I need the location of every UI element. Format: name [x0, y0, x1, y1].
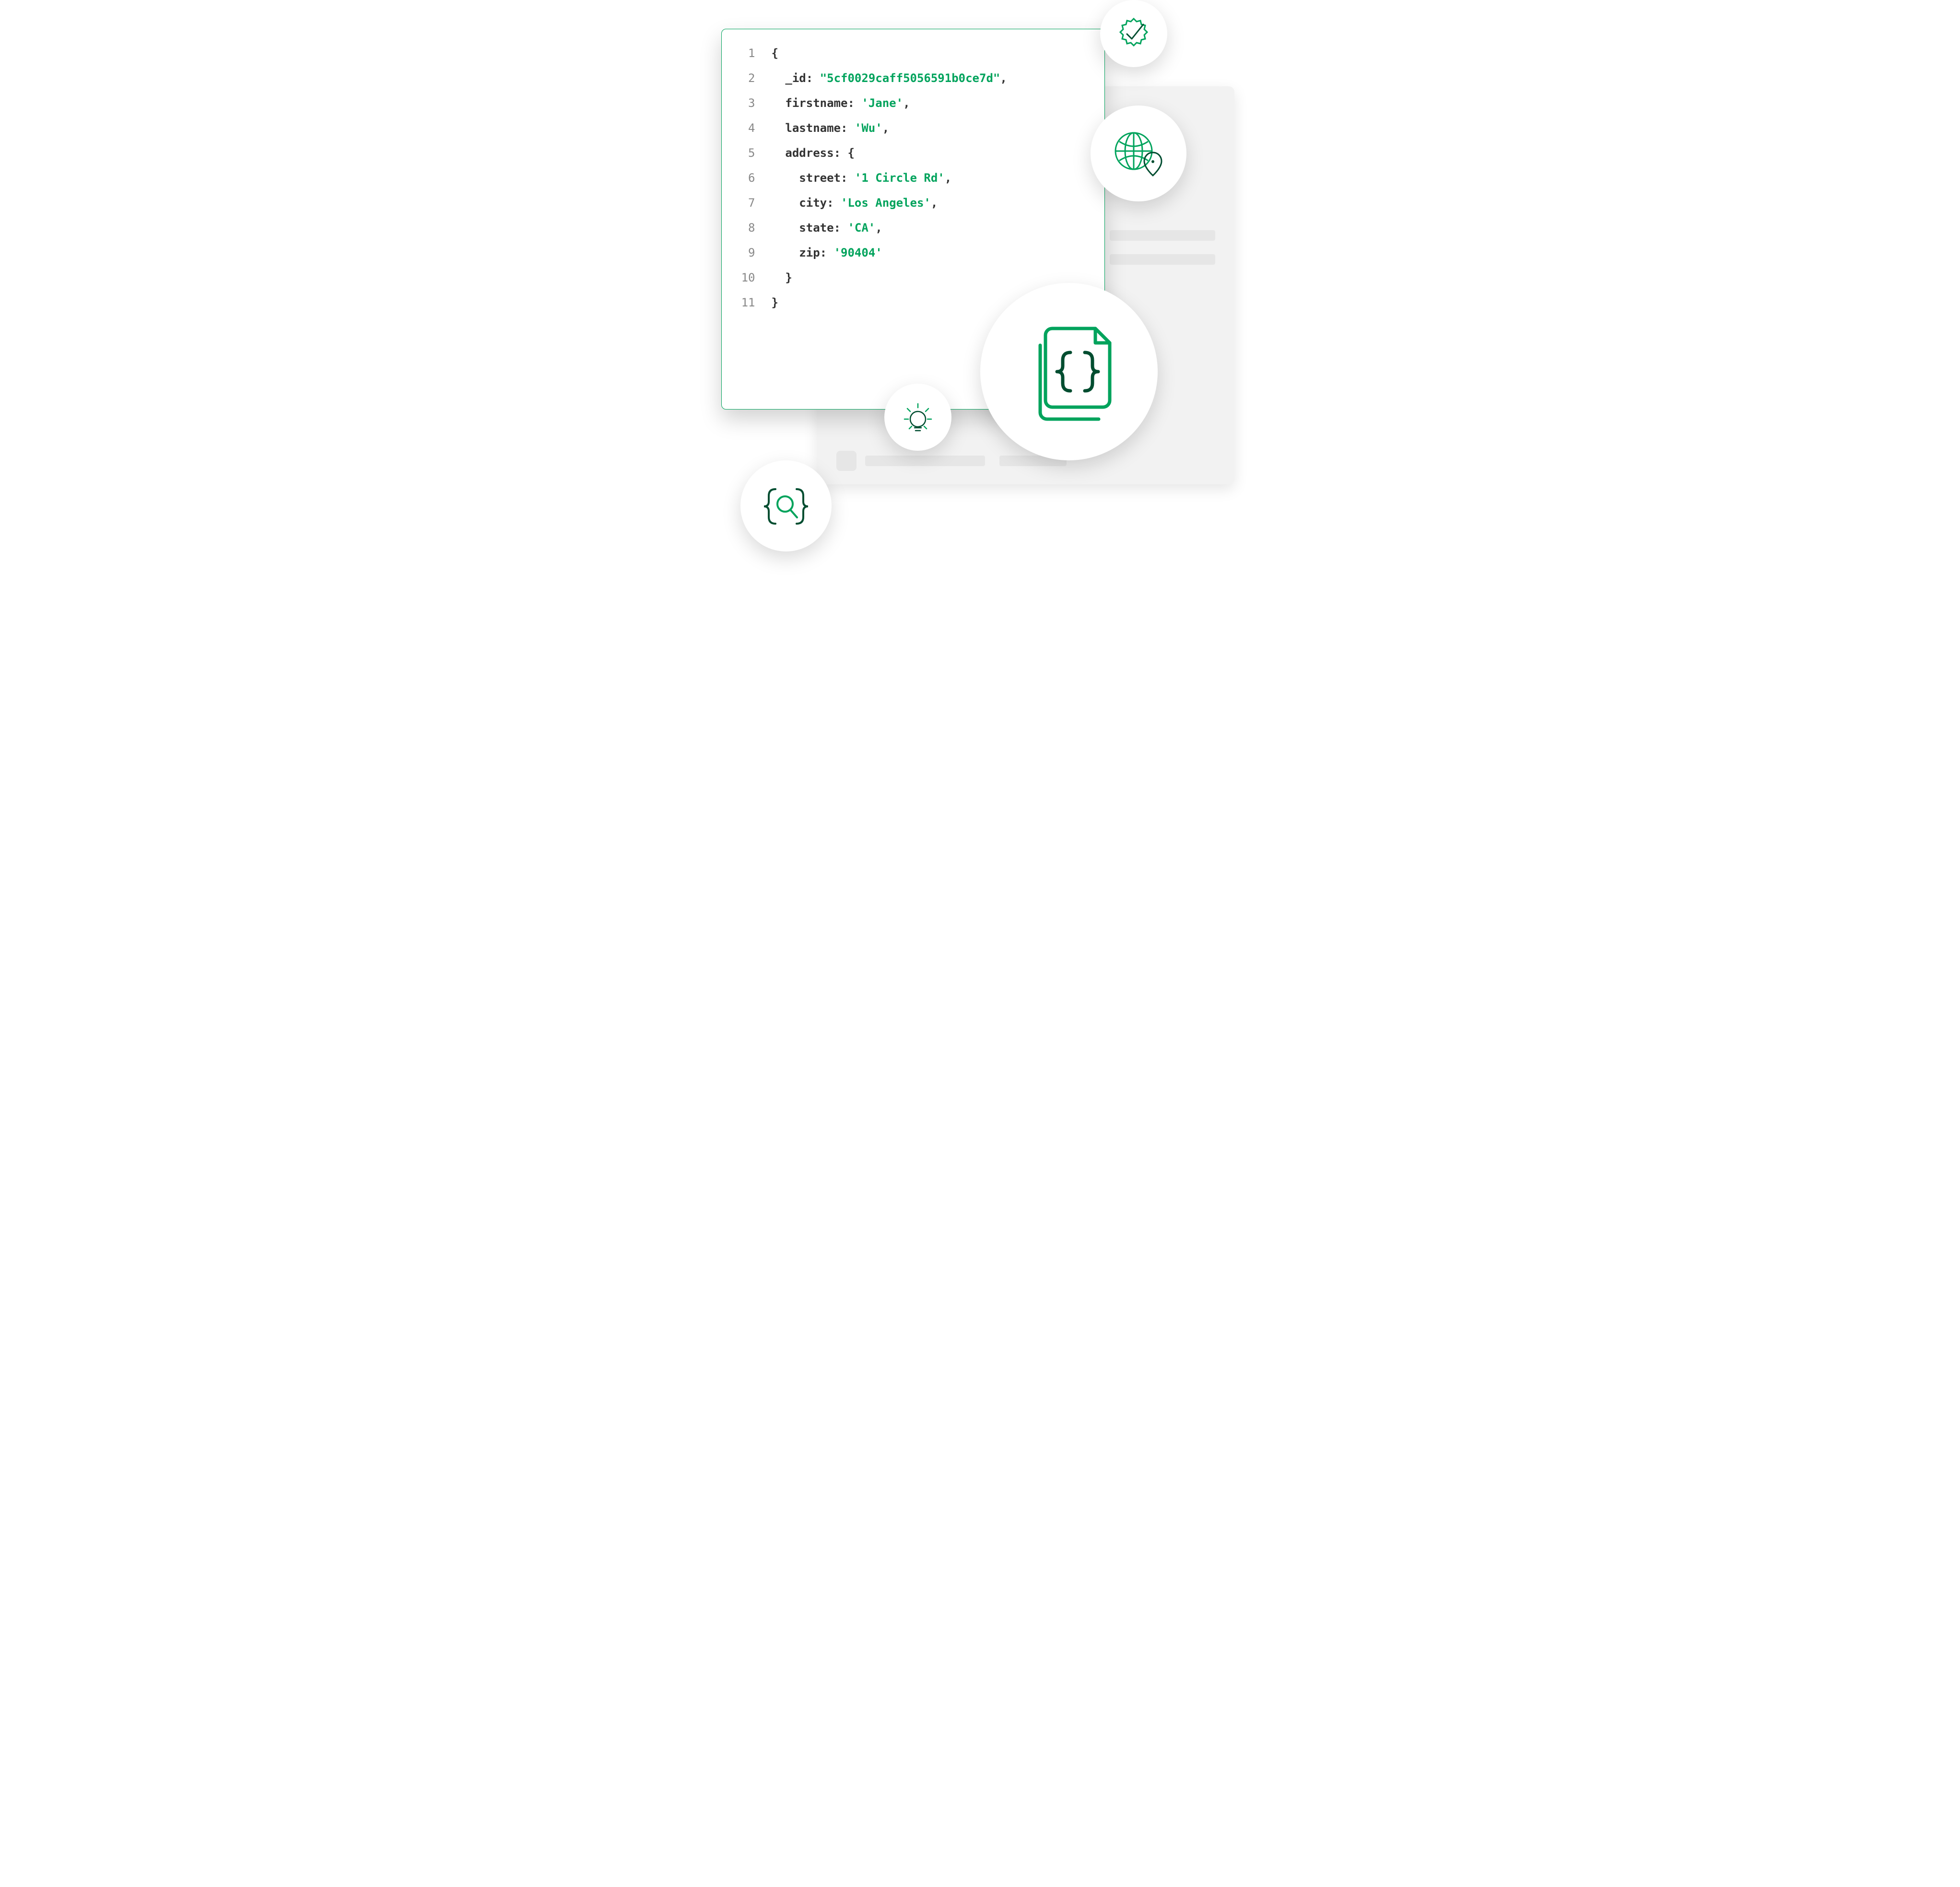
json-documents-icon — [1014, 316, 1124, 427]
lightbulb-circle — [884, 384, 951, 451]
token-str: "5cf0029caff5056591b0ce7d" — [820, 71, 1000, 85]
placeholder-bar — [865, 456, 985, 466]
code-line: 10 } — [738, 271, 1088, 284]
code-content: city: 'Los Angeles', — [772, 196, 938, 210]
line-number: 1 — [738, 47, 755, 60]
token-pun: : — [827, 196, 841, 210]
token-pun: : — [820, 246, 834, 259]
globe-location-circle — [1091, 105, 1186, 201]
token-pun — [772, 171, 799, 185]
code-line: 2 _id: "5cf0029caff5056591b0ce7d", — [738, 71, 1088, 85]
line-number: 2 — [738, 71, 755, 85]
line-number: 9 — [738, 246, 755, 259]
braces-search-circle — [740, 460, 832, 551]
token-key: _id — [785, 71, 806, 85]
code-line: 3 firstname: 'Jane', — [738, 96, 1088, 110]
token-key: state — [799, 221, 833, 234]
token-pun — [772, 246, 799, 259]
stage: 1{2 _id: "5cf0029caff5056591b0ce7d",3 fi… — [692, 0, 1268, 556]
token-pun — [772, 221, 799, 234]
token-pun: : — [841, 121, 855, 135]
code-content: zip: '90404' — [772, 246, 882, 259]
lightbulb-icon — [898, 397, 938, 437]
token-pun: : — [847, 96, 861, 110]
code-line: 8 state: 'CA', — [738, 221, 1088, 234]
token-pun: , — [875, 221, 882, 234]
line-number: 5 — [738, 146, 755, 160]
code-line: 1{ — [738, 47, 1088, 60]
line-number: 10 — [738, 271, 755, 284]
token-str: '90404' — [834, 246, 882, 259]
token-key: address — [785, 146, 833, 160]
code-line: 4 lastname: 'Wu', — [738, 121, 1088, 135]
token-str: 'Jane' — [861, 96, 903, 110]
token-pun: , — [931, 196, 938, 210]
token-pun: : — [806, 71, 820, 85]
line-number: 7 — [738, 196, 755, 210]
line-number: 6 — [738, 171, 755, 185]
token-pun: } — [772, 271, 792, 284]
token-key: street — [799, 171, 841, 185]
token-str: 'Wu' — [855, 121, 882, 135]
code-content: _id: "5cf0029caff5056591b0ce7d", — [772, 71, 1007, 85]
line-number: 4 — [738, 121, 755, 135]
code-content: lastname: 'Wu', — [772, 121, 890, 135]
token-pun: : — [834, 221, 848, 234]
code-line: 6 street: '1 Circle Rd', — [738, 171, 1088, 185]
line-number: 11 — [738, 296, 755, 309]
token-key: firstname — [785, 96, 847, 110]
globe-location-icon — [1110, 125, 1167, 182]
code-line: 7 city: 'Los Angeles', — [738, 196, 1088, 210]
placeholder-bar — [1110, 254, 1215, 265]
token-pun: , — [903, 96, 910, 110]
code-content: state: 'CA', — [772, 221, 882, 234]
token-pun — [772, 71, 786, 85]
token-pun: : { — [834, 146, 855, 160]
token-pun — [772, 146, 786, 160]
token-pun: { — [772, 47, 778, 60]
line-number: 3 — [738, 96, 755, 110]
code-content: street: '1 Circle Rd', — [772, 171, 952, 185]
placeholder-bar — [836, 451, 857, 471]
braces-search-icon — [757, 477, 815, 535]
token-pun: } — [772, 296, 778, 309]
token-key: city — [799, 196, 827, 210]
verified-badge-circle — [1100, 0, 1167, 67]
code-content: { — [772, 47, 778, 60]
code-content: } — [772, 271, 792, 284]
token-str: 'Los Angeles' — [841, 196, 931, 210]
token-str: 'CA' — [847, 221, 875, 234]
token-pun — [772, 196, 799, 210]
code-content: firstname: 'Jane', — [772, 96, 910, 110]
token-pun — [772, 96, 786, 110]
token-str: '1 Circle Rd' — [855, 171, 945, 185]
placeholder-bar — [1110, 230, 1215, 241]
token-pun — [772, 121, 786, 135]
line-number: 8 — [738, 221, 755, 234]
token-pun: : — [841, 171, 855, 185]
code-line: 5 address: { — [738, 146, 1088, 160]
token-key: zip — [799, 246, 820, 259]
token-pun: , — [1000, 71, 1007, 85]
json-documents-circle — [980, 283, 1158, 460]
code-content: address: { — [772, 146, 855, 160]
token-key: lastname — [785, 121, 841, 135]
code-line: 9 zip: '90404' — [738, 246, 1088, 259]
code-content: } — [772, 296, 778, 309]
verified-checkmark-icon — [1115, 15, 1152, 52]
token-pun: , — [945, 171, 951, 185]
token-pun: , — [882, 121, 889, 135]
